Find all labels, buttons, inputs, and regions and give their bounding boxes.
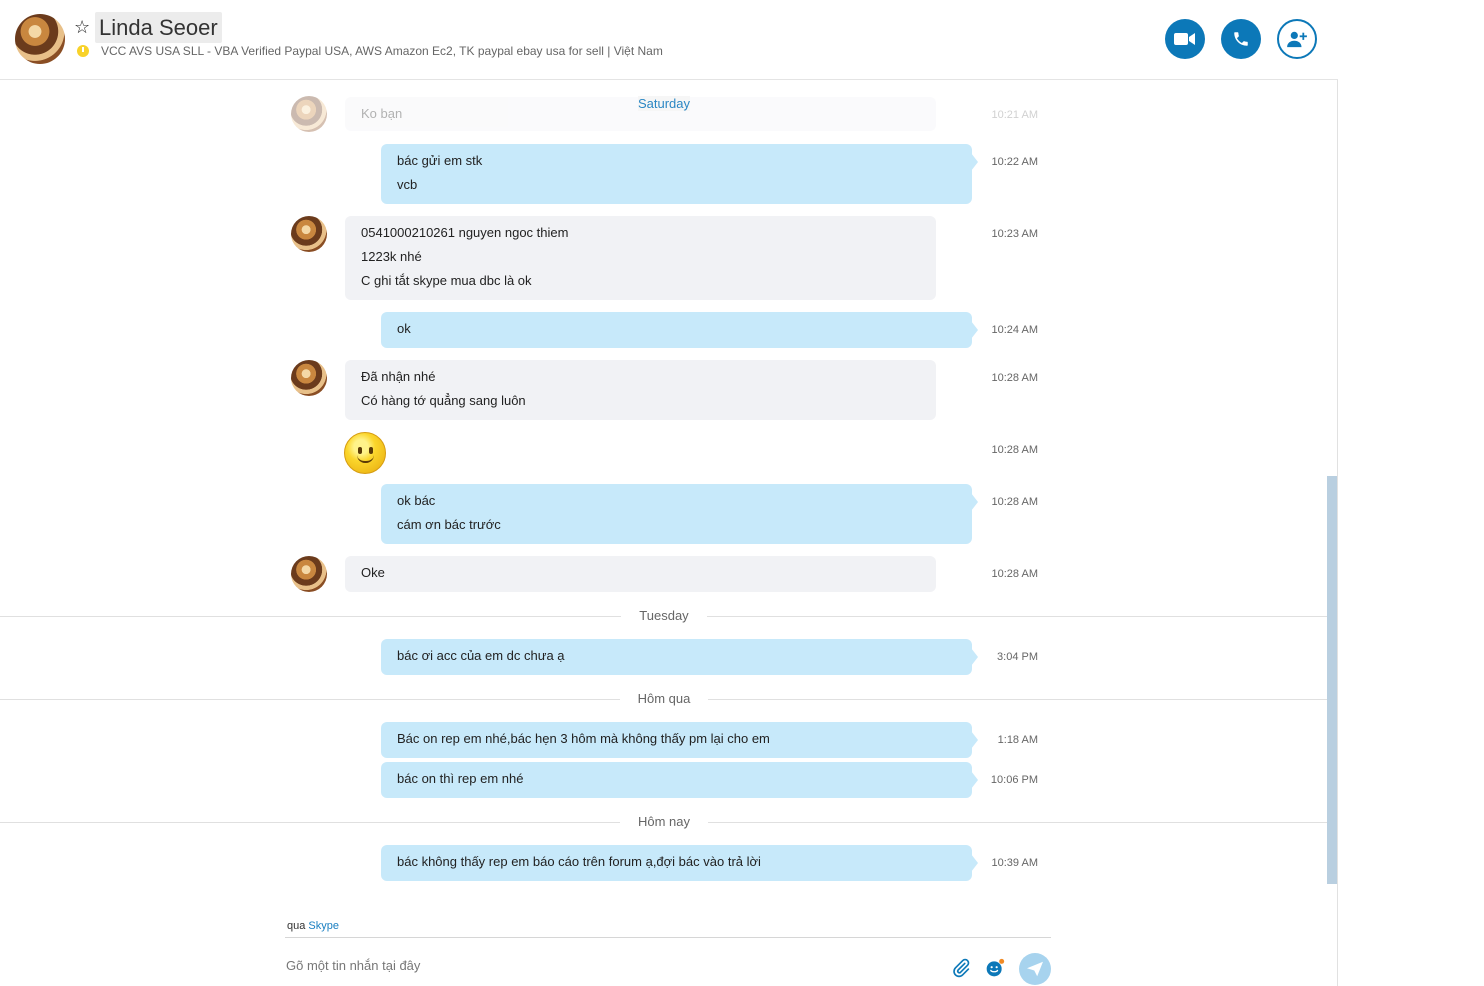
- contact-avatar-small[interactable]: [291, 360, 327, 396]
- message-bubble-outgoing[interactable]: ok: [381, 312, 978, 348]
- contact-avatar-small[interactable]: [291, 556, 327, 592]
- message-text: ok: [397, 321, 411, 336]
- add-people-button[interactable]: [1277, 19, 1317, 59]
- message-text: cám ơn bác trước: [397, 517, 501, 532]
- message-input[interactable]: [286, 952, 926, 978]
- message-time: 10:28 AM: [991, 444, 1038, 456]
- message-text: C ghi tắt skype mua dbc là ok: [361, 273, 532, 288]
- message-list-scrollbar[interactable]: [1327, 476, 1337, 884]
- mood-message: VCC AVS USA SLL - VBA Verified Paypal US…: [101, 44, 663, 58]
- date-separator-yesterday: Hôm qua: [0, 689, 1328, 709]
- audio-call-button[interactable]: [1221, 19, 1261, 59]
- date-separator-today: Hôm nay: [0, 812, 1328, 832]
- message-bubble-outgoing[interactable]: bác không thấy rep em báo cáo trên forum…: [381, 845, 978, 881]
- message-bubble-outgoing[interactable]: bác on thì rep em nhé: [381, 762, 978, 798]
- message-text: bác ơi acc của em dc chưa ạ: [397, 648, 565, 663]
- contact-avatar-small: [291, 96, 327, 132]
- away-status-icon: [77, 45, 89, 57]
- message-text: Có hàng tớ quẳng sang luôn: [361, 393, 526, 408]
- message-text: bác không thấy rep em báo cáo trên forum…: [397, 854, 761, 869]
- paperclip-icon[interactable]: [951, 958, 971, 978]
- date-label: Hôm nay: [619, 814, 709, 829]
- message-bubble-incoming[interactable]: 0541000210261 nguyen ngoc thiem 1223k nh…: [345, 216, 936, 300]
- date-separator-saturday: Saturday: [620, 94, 708, 114]
- message-time: 10:22 AM: [991, 156, 1038, 168]
- message-time: 10:23 AM: [991, 228, 1038, 240]
- contact-name[interactable]: Linda Seoer: [95, 12, 222, 43]
- message-text: Đã nhận nhé: [361, 369, 436, 384]
- video-call-button[interactable]: [1165, 19, 1205, 59]
- message-text: 0541000210261 nguyen ngoc thiem: [361, 225, 569, 240]
- message-time: 10:28 AM: [991, 496, 1038, 508]
- smile-emoticon-icon[interactable]: [344, 432, 386, 474]
- via-prefix: qua: [287, 920, 306, 932]
- date-label: Tuesday: [621, 608, 707, 623]
- chat-window: ☆ Linda Seoer VCC AVS USA SLL - VBA Veri…: [0, 0, 1338, 986]
- add-person-icon: [1287, 31, 1307, 48]
- conversation-header: ☆ Linda Seoer VCC AVS USA SLL - VBA Veri…: [0, 0, 1338, 80]
- message-time: 10:39 AM: [991, 857, 1038, 869]
- message-bubble-outgoing[interactable]: Bác on rep em nhé,bác hẹn 3 hôm mà không…: [381, 722, 978, 758]
- message-time: 10:21 AM: [991, 109, 1038, 121]
- message-text: vcb: [397, 177, 418, 192]
- message-text: ok bác: [397, 493, 436, 508]
- message-bubble-outgoing[interactable]: bác gửi em stk vcb: [381, 144, 978, 204]
- send-icon: [1027, 961, 1043, 977]
- compose-divider: [285, 937, 1051, 938]
- message-time: 10:24 AM: [991, 324, 1038, 336]
- date-label: Saturday: [637, 96, 691, 111]
- message-bubble-outgoing[interactable]: ok bác cám ơn bác trước: [381, 484, 978, 544]
- message-time: 10:28 AM: [991, 568, 1038, 580]
- via-service-label: qua Skype: [287, 920, 339, 932]
- phone-icon: [1234, 32, 1248, 46]
- message-time: 3:04 PM: [997, 651, 1038, 663]
- star-icon[interactable]: ☆: [74, 17, 90, 37]
- message-text: bác on thì rep em nhé: [397, 771, 524, 786]
- contact-avatar[interactable]: [15, 14, 65, 64]
- message-bubble-incoming[interactable]: Oke: [345, 556, 936, 592]
- message-bubble-outgoing[interactable]: bác ơi acc của em dc chưa ạ: [381, 639, 978, 675]
- date-label: Hôm qua: [619, 691, 709, 706]
- emoticon-picker-icon[interactable]: [985, 958, 1005, 978]
- message-bubble-incoming[interactable]: Đã nhận nhé Có hàng tớ quẳng sang luôn: [345, 360, 936, 420]
- message-time: 1:18 AM: [997, 734, 1038, 746]
- message-time: 10:06 PM: [990, 774, 1038, 786]
- message-text: Oke: [361, 565, 385, 580]
- video-icon: [1174, 33, 1195, 45]
- via-service-link[interactable]: Skype: [308, 920, 339, 932]
- message-text: Bác on rep em nhé,bác hẹn 3 hôm mà không…: [397, 731, 770, 746]
- date-separator-tuesday: Tuesday: [0, 606, 1328, 626]
- send-button[interactable]: [1019, 953, 1051, 985]
- message-time: 10:28 AM: [991, 372, 1038, 384]
- message-text: 1223k nhé: [361, 249, 422, 264]
- message-text: bác gửi em stk: [397, 153, 483, 168]
- message-list[interactable]: Ko bạn 10:21 AM Saturday bác gửi em stk …: [0, 80, 1328, 910]
- contact-avatar-small[interactable]: [291, 216, 327, 252]
